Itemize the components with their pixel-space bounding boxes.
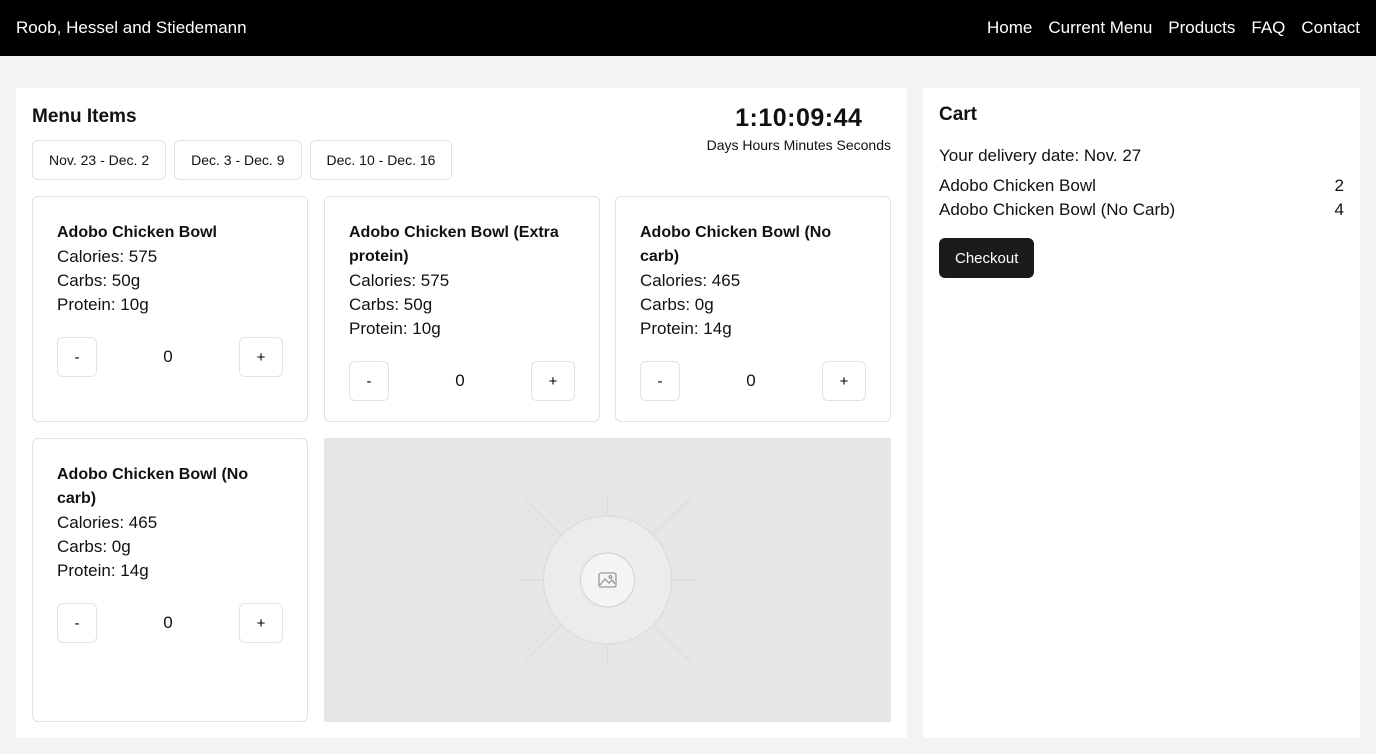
item-name: Adobo Chicken Bowl (Extra protein)	[349, 224, 559, 265]
item-carbs: Carbs: 0g	[57, 537, 131, 556]
menu-item-card: Adobo Chicken Bowl (Extra protein) Calor…	[324, 196, 600, 422]
nav-current-menu[interactable]: Current Menu	[1048, 18, 1152, 38]
increase-button[interactable]: +	[822, 361, 866, 401]
item-protein: Protein: 14g	[640, 319, 732, 338]
menu-item-card: Adobo Chicken Bowl Calories: 575 Carbs: …	[32, 196, 308, 422]
countdown-time: 1:10:09:44	[735, 104, 863, 132]
cart-title: Cart	[939, 104, 978, 125]
quantity-stepper: - 0 +	[640, 361, 866, 401]
week-selector: Nov. 23 - Dec. 2 Dec. 3 - Dec. 9 Dec. 10…	[32, 140, 453, 180]
quantity-stepper: - 0 +	[349, 361, 575, 401]
nav-home[interactable]: Home	[987, 18, 1032, 38]
item-name: Adobo Chicken Bowl (No carb)	[640, 224, 832, 265]
week-button-1[interactable]: Nov. 23 - Dec. 2	[32, 140, 167, 180]
item-carbs: Carbs: 50g	[57, 271, 141, 290]
item-protein: Protein: 10g	[349, 319, 441, 338]
increase-button[interactable]: +	[239, 603, 283, 643]
menu-title: Menu Items	[32, 106, 137, 127]
nav-products[interactable]: Products	[1168, 18, 1235, 38]
menu-item-card: Adobo Chicken Bowl (No carb) Calories: 4…	[32, 438, 308, 722]
decrease-button[interactable]: -	[640, 361, 680, 401]
checkout-button[interactable]: Checkout	[939, 238, 1035, 278]
countdown-timer: 1:10:09:44 Days Hours Minutes Seconds	[707, 104, 891, 153]
image-placeholder	[324, 438, 891, 722]
cart-item-qty: 4	[1334, 200, 1344, 219]
item-carbs: Carbs: 0g	[640, 295, 714, 314]
item-protein: Protein: 14g	[57, 561, 149, 580]
quantity-value: 0	[163, 613, 173, 632]
menu-item-card: Adobo Chicken Bowl (No carb) Calories: 4…	[615, 196, 891, 422]
quantity-value: 0	[163, 347, 173, 366]
cart-item-qty: 2	[1334, 176, 1344, 195]
decrease-button[interactable]: -	[57, 603, 97, 643]
cart-item-name: Adobo Chicken Bowl (No Carb)	[939, 200, 1176, 219]
cart-item: Adobo Chicken Bowl (No Carb) 4	[939, 198, 1344, 222]
countdown-units: Days Hours Minutes Seconds	[706, 137, 891, 153]
image-placeholder-icon	[520, 496, 695, 664]
item-calories: Calories: 575	[349, 271, 450, 290]
cart-item-name: Adobo Chicken Bowl	[939, 176, 1096, 195]
cart-list: Adobo Chicken Bowl 2 Adobo Chicken Bowl …	[939, 174, 1344, 222]
nav-faq[interactable]: FAQ	[1251, 18, 1285, 38]
decrease-button[interactable]: -	[57, 337, 97, 377]
cart-panel: Cart Your delivery date: Nov. 27 Adobo C…	[923, 88, 1360, 738]
item-carbs: Carbs: 50g	[349, 295, 433, 314]
item-calories: Calories: 575	[57, 247, 158, 266]
top-nav-bar: Roob, Hessel and Stiedemann Home Current…	[0, 0, 1376, 56]
main-nav: Home Current Menu Products FAQ Contact	[987, 18, 1360, 38]
brand-name[interactable]: Roob, Hessel and Stiedemann	[16, 18, 247, 38]
quantity-stepper: - 0 +	[57, 337, 283, 377]
item-calories: Calories: 465	[57, 513, 158, 532]
quantity-value: 0	[455, 371, 465, 390]
item-name: Adobo Chicken Bowl (No carb)	[57, 466, 249, 507]
cart-item: Adobo Chicken Bowl 2	[939, 174, 1344, 198]
item-name: Adobo Chicken Bowl	[57, 224, 217, 241]
quantity-value: 0	[746, 371, 756, 390]
increase-button[interactable]: +	[531, 361, 575, 401]
nav-contact[interactable]: Contact	[1301, 18, 1360, 38]
week-button-2[interactable]: Dec. 3 - Dec. 9	[174, 140, 302, 180]
quantity-stepper: - 0 +	[57, 603, 283, 643]
item-protein: Protein: 10g	[57, 295, 149, 314]
week-button-3[interactable]: Dec. 10 - Dec. 16	[309, 140, 453, 180]
delivery-date: Your delivery date: Nov. 27	[939, 146, 1142, 165]
item-calories: Calories: 465	[640, 271, 741, 290]
decrease-button[interactable]: -	[349, 361, 389, 401]
increase-button[interactable]: +	[239, 337, 283, 377]
menu-panel: Menu Items Nov. 23 - Dec. 2 Dec. 3 - Dec…	[16, 88, 907, 738]
